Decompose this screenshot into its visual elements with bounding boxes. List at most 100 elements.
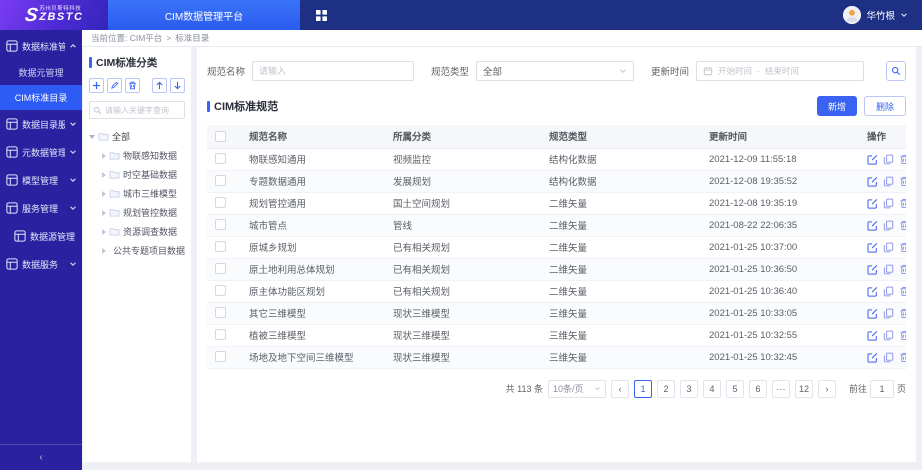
delete-icon[interactable] — [899, 154, 906, 165]
sidebar-collapse-button[interactable]: ‹ — [0, 444, 82, 470]
delete-icon[interactable] — [899, 308, 906, 319]
update-time-range-picker[interactable]: 开始时间 - 结束时间 — [696, 61, 865, 81]
tree-node-city-3d[interactable]: 城市三维模型 — [89, 184, 185, 203]
delete-button[interactable]: 删除 — [863, 96, 906, 116]
edit-icon[interactable] — [867, 352, 878, 363]
page-button-5[interactable]: 5 — [725, 379, 744, 398]
page-button-2[interactable]: 2 — [656, 379, 675, 398]
tree-node-root[interactable]: 全部 — [89, 127, 185, 146]
delete-icon[interactable] — [899, 242, 906, 253]
page-button-3[interactable]: 3 — [679, 379, 698, 398]
row-checkbox[interactable] — [215, 175, 226, 187]
row-checkbox[interactable] — [215, 285, 226, 297]
delete-icon[interactable] — [899, 198, 906, 209]
sidebar-item-data-standard-mgmt[interactable]: 数据标准管理 — [0, 32, 82, 60]
edit-icon[interactable] — [867, 264, 878, 275]
page-button-6[interactable]: 6 — [748, 379, 767, 398]
page-ellipsis[interactable]: ··· — [771, 379, 790, 398]
detail-icon[interactable] — [883, 242, 894, 253]
edit-icon[interactable] — [867, 220, 878, 231]
spec-type-select[interactable]: 全部 — [476, 61, 635, 81]
delete-icon[interactable] — [899, 176, 906, 187]
row-checkbox[interactable] — [215, 219, 226, 231]
col-name: 规范名称 — [241, 125, 385, 149]
detail-icon[interactable] — [883, 352, 894, 363]
detail-icon[interactable] — [883, 264, 894, 275]
tree-node-public-project[interactable]: 公共专题项目数据 — [89, 241, 185, 260]
sidebar-item-data-service[interactable]: 数据服务 — [0, 250, 82, 278]
edit-icon[interactable] — [867, 308, 878, 319]
tree-node-resource-survey[interactable]: 资源调查数据 — [89, 222, 185, 241]
tree-node-planning[interactable]: 规划管控数据 — [89, 203, 185, 222]
tree-node-spatiotemporal[interactable]: 时空基础数据 — [89, 165, 185, 184]
page-button-4[interactable]: 4 — [702, 379, 721, 398]
move-up-button[interactable] — [152, 78, 167, 93]
chevron-down-icon — [70, 206, 76, 210]
detail-icon[interactable] — [883, 308, 894, 319]
prev-page-button[interactable]: ‹ — [610, 379, 629, 398]
sidebar-item-cim-standard-catalog[interactable]: CIM标准目录 — [0, 85, 82, 110]
table-row: 植被三维模型 现状三维模型 三维矢量 2021-01-25 10:32:55 — [207, 324, 906, 347]
delete-icon[interactable] — [899, 352, 906, 363]
cell-category: 视频监控 — [385, 148, 541, 171]
sidebar-item-metadata-mgmt[interactable]: 元数据管理 — [0, 138, 82, 166]
edit-icon[interactable] — [867, 286, 878, 297]
sidebar-item-data-element-mgmt[interactable]: 数据元管理 — [0, 60, 82, 85]
standards-panel: 规范名称 规范类型 全部 更新时间 开始时间 - 结束时间 — [197, 47, 916, 462]
delete-icon[interactable] — [899, 330, 906, 341]
tree-search-input[interactable] — [89, 101, 185, 119]
detail-icon[interactable] — [883, 154, 894, 165]
delete-icon[interactable] — [899, 264, 906, 275]
trash-icon — [129, 81, 136, 90]
edit-icon[interactable] — [867, 154, 878, 165]
sidebar-item-model-mgmt[interactable]: 模型管理 — [0, 166, 82, 194]
row-checkbox[interactable] — [215, 351, 226, 363]
caret-right-icon — [102, 152, 106, 159]
row-checkbox[interactable] — [215, 329, 226, 341]
page-size-select[interactable]: 10条/页 — [547, 379, 606, 398]
detail-icon[interactable] — [883, 198, 894, 209]
search-button[interactable] — [886, 61, 906, 81]
add-category-button[interactable] — [89, 78, 104, 93]
row-checkbox[interactable] — [215, 153, 226, 165]
menu-grid-icon — [6, 146, 18, 158]
detail-icon[interactable] — [883, 220, 894, 231]
next-page-button[interactable]: › — [817, 379, 836, 398]
row-checkbox[interactable] — [215, 263, 226, 275]
add-button[interactable]: 新增 — [816, 96, 857, 116]
row-checkbox[interactable] — [215, 241, 226, 253]
logo-text: ZBSTC — [39, 11, 84, 24]
edit-icon[interactable] — [867, 198, 878, 209]
select-all-checkbox[interactable] — [215, 130, 226, 142]
page-button-last[interactable]: 12 — [794, 379, 813, 398]
edit-icon[interactable] — [867, 330, 878, 341]
delete-icon[interactable] — [899, 220, 906, 231]
edit-icon[interactable] — [867, 242, 878, 253]
tree-node-iot[interactable]: 物联感知数据 — [89, 146, 185, 165]
menu-grid-icon — [6, 118, 18, 130]
move-down-button[interactable] — [170, 78, 185, 93]
sidebar-item-data-catalog-service[interactable]: 数据目录服务 — [0, 110, 82, 138]
col-actions: 操作 — [859, 125, 906, 149]
delete-icon[interactable] — [899, 286, 906, 297]
page-button-1[interactable]: 1 — [633, 379, 652, 398]
row-checkbox[interactable] — [215, 197, 226, 209]
section-header: CIM标准规范 新增 删除 — [207, 94, 906, 125]
menu-grid-icon — [6, 258, 18, 270]
table-row: 专题数据通用 发展规划 结构化数据 2021-12-08 19:35:52 — [207, 170, 906, 193]
detail-icon[interactable] — [883, 176, 894, 187]
jump-page-input[interactable] — [869, 379, 894, 398]
sidebar-item-datasource-mgmt[interactable]: 数据源管理 — [0, 222, 82, 250]
tab-cim-data-platform[interactable]: CIM数据管理平台 — [108, 0, 300, 30]
cell-name: 原城乡规划 — [241, 236, 385, 259]
edit-icon[interactable] — [867, 176, 878, 187]
sidebar-item-service-mgmt[interactable]: 服务管理 — [0, 194, 82, 222]
apps-grid-icon[interactable] — [300, 0, 342, 30]
edit-category-button[interactable] — [107, 78, 122, 93]
row-checkbox[interactable] — [215, 307, 226, 319]
spec-name-input[interactable] — [252, 61, 415, 81]
delete-category-button[interactable] — [125, 78, 140, 93]
detail-icon[interactable] — [883, 330, 894, 341]
detail-icon[interactable] — [883, 286, 894, 297]
user-menu[interactable]: 华竹根 — [843, 0, 922, 30]
